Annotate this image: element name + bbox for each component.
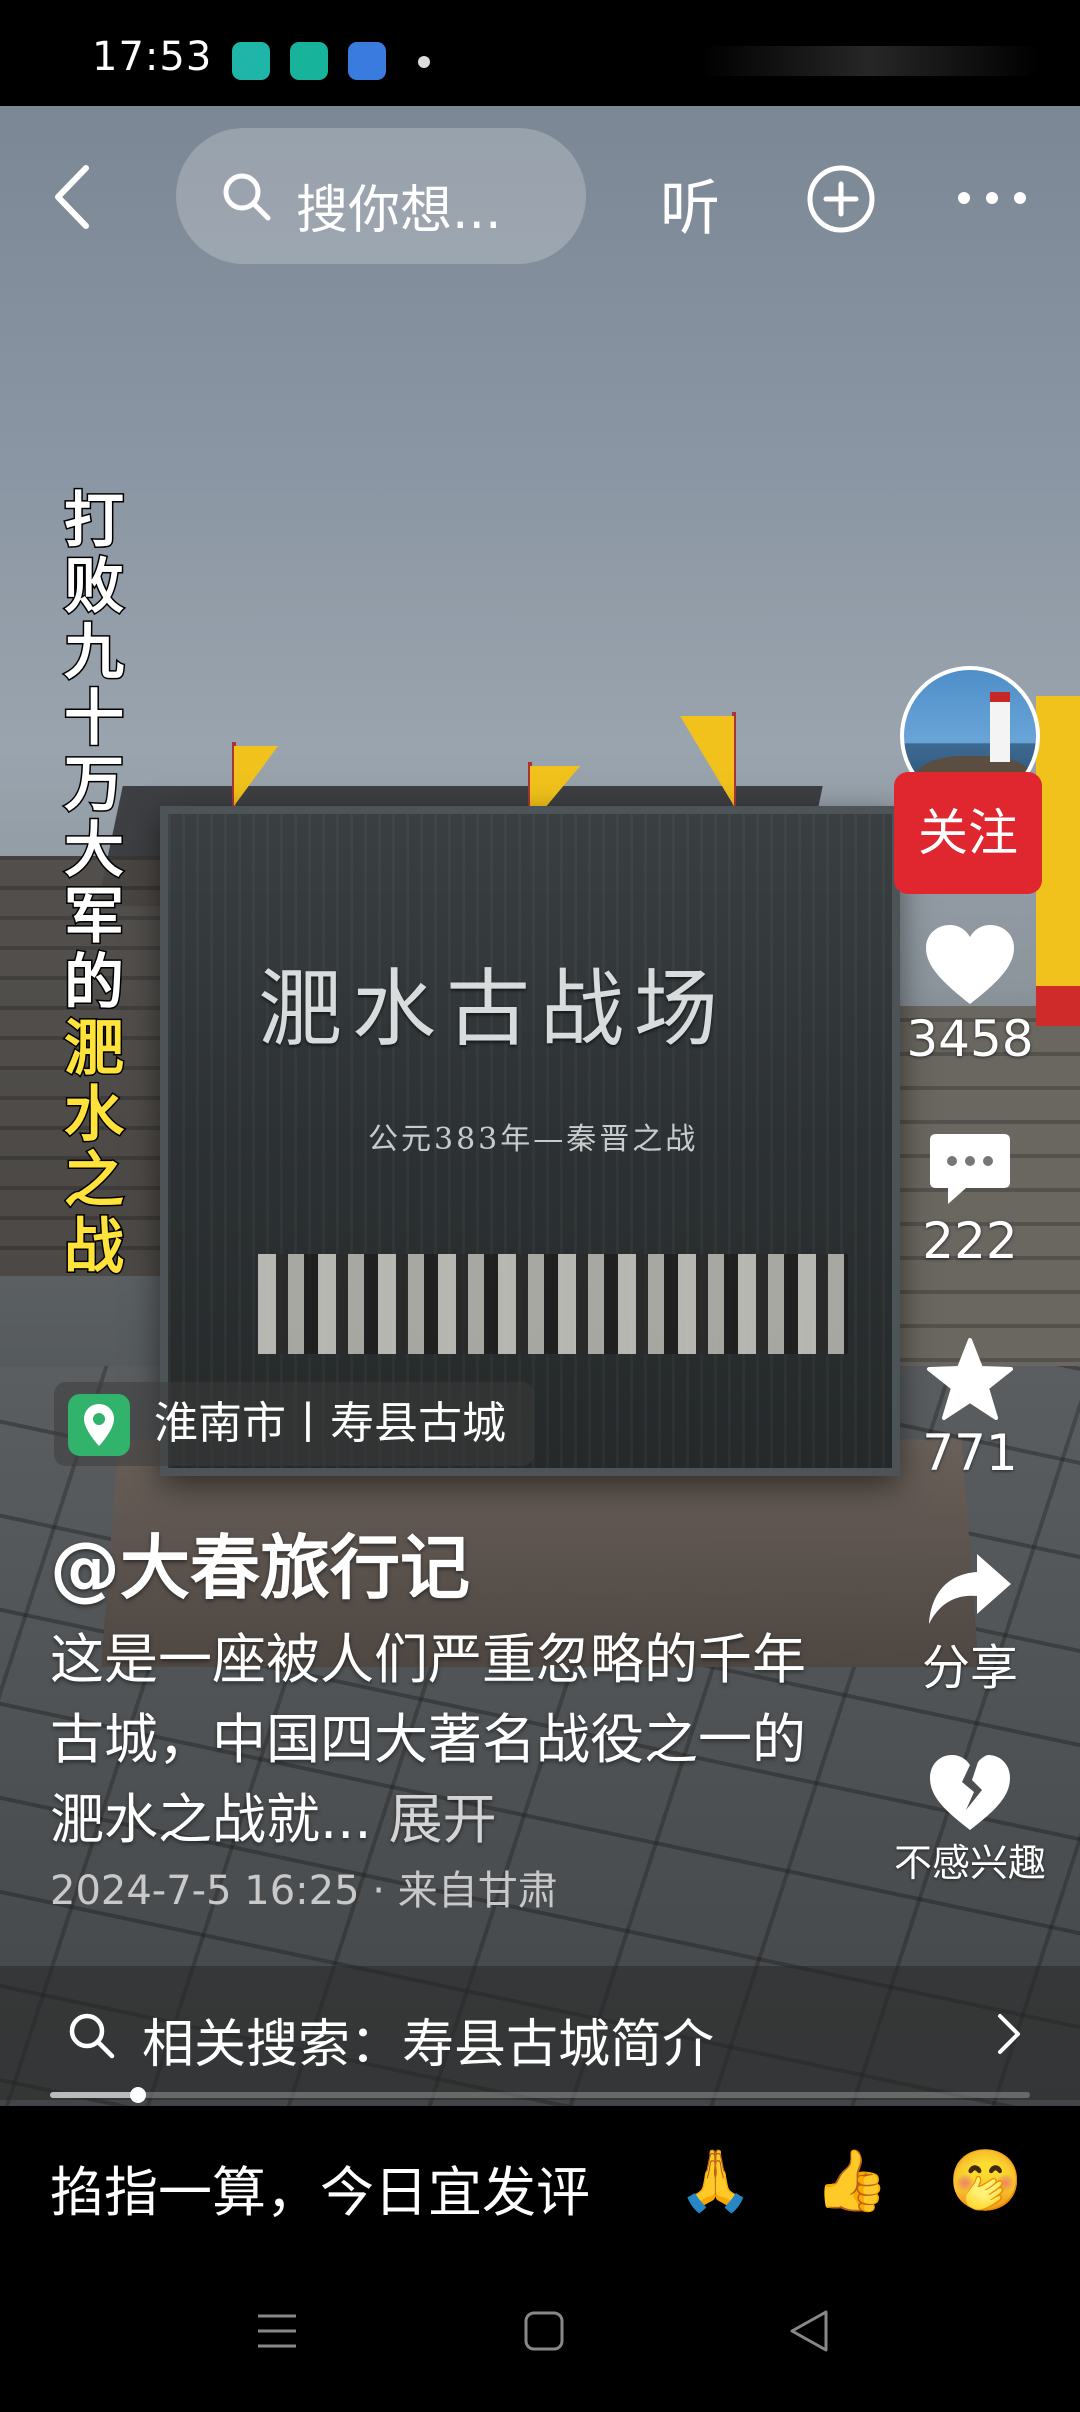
- related-search-bar[interactable]: 相关搜索：寿县古城简介: [0, 1966, 1080, 2100]
- post-meta: 2024-7-5 16:25 · 来自甘肃: [50, 1868, 558, 1914]
- search-placeholder: 搜你想...: [296, 181, 502, 241]
- location-pin-icon: [68, 1394, 130, 1456]
- headline-char: 大: [63, 816, 126, 886]
- follow-button[interactable]: 关注: [894, 772, 1042, 894]
- comment-bar[interactable]: 掐指一算，今日宜发评 🙏 👍 🤭: [0, 2106, 1080, 2256]
- headline-char: 军: [63, 882, 126, 952]
- vertical-headline: 打 败 九 十 万 大 军 的 淝 水 之 战: [52, 486, 136, 1282]
- comment-icon: [930, 1134, 1010, 1204]
- post-description: 这是一座被人们严重忽略的千年古城，中国四大著名战役之一的淝水之战就... 展开: [50, 1620, 840, 1860]
- avatar-lighthouse: [990, 692, 1010, 762]
- add-icon[interactable]: [806, 164, 876, 234]
- headline-char: 败: [63, 552, 126, 622]
- menu-icon[interactable]: [254, 2308, 300, 2354]
- playback-progress-bar[interactable]: [50, 2087, 1030, 2103]
- like-button[interactable]: 3458: [880, 922, 1060, 1068]
- listen-button[interactable]: 听: [660, 160, 720, 247]
- clap-hands-icon[interactable]: 🙏: [678, 2146, 753, 2216]
- back-icon[interactable]: [50, 162, 94, 232]
- flag: [680, 716, 734, 806]
- progress-fill: [50, 2092, 139, 2098]
- heart-icon: [926, 925, 1014, 1004]
- monument-subtitle: 公元383年—秦晋之战: [368, 1122, 699, 1157]
- system-nav-bar: [0, 2256, 1080, 2412]
- location-chip[interactable]: 淮南市丨寿县古城: [54, 1382, 534, 1466]
- comment-prompt[interactable]: 掐指一算，今日宜发评: [50, 2148, 590, 2227]
- search-icon: [69, 2013, 115, 2059]
- headline-char: 的: [63, 948, 126, 1018]
- headline-char: 万: [63, 750, 126, 820]
- search-icon: [223, 173, 271, 221]
- headline-highlight-char: 之: [63, 1146, 126, 1216]
- home-icon[interactable]: [522, 2308, 566, 2354]
- search-input[interactable]: 搜你想...: [176, 128, 586, 264]
- author-name[interactable]: @大春旅行记: [50, 1512, 470, 1613]
- calendar-app-icon: [290, 42, 328, 80]
- star-icon: [927, 1338, 1013, 1420]
- chariot-relief: [258, 1254, 848, 1354]
- back-nav-icon[interactable]: [786, 2308, 830, 2354]
- like-count: 3458: [906, 1010, 1034, 1068]
- status-indicators: [700, 46, 1040, 76]
- comment-count: 222: [922, 1212, 1018, 1270]
- status-time: 17:53: [92, 34, 213, 80]
- more-icon[interactable]: [956, 190, 1028, 206]
- notification-dot-icon: [418, 56, 430, 68]
- headline-char: 十: [63, 684, 126, 754]
- chevron-right-icon: [998, 2014, 1020, 2054]
- status-bar: 17:53: [0, 0, 1080, 106]
- share-button[interactable]: 分享: [880, 1548, 1060, 1698]
- headline-highlight-char: 战: [63, 1212, 126, 1282]
- share-label: 分享: [921, 1640, 1018, 1696]
- browser-app-icon: [348, 42, 386, 80]
- monument-stele: 淝水古战场 公元383年—秦晋之战: [160, 806, 900, 1476]
- broken-heart-icon: [930, 1755, 1010, 1830]
- monument-title: 淝水古战场: [258, 960, 729, 1058]
- related-search-text: 相关搜索：寿县古城简介: [142, 2015, 715, 2075]
- headline-highlight-char: 淝: [63, 1014, 126, 1084]
- headline-highlight-char: 水: [63, 1080, 126, 1150]
- thumbs-up-icon[interactable]: 👍: [814, 2146, 889, 2216]
- headline-char: 九: [63, 618, 126, 688]
- comment-button[interactable]: 222: [880, 1130, 1060, 1270]
- location-text: 淮南市丨寿县古城: [154, 1398, 506, 1449]
- favorite-button[interactable]: 771: [880, 1336, 1060, 1482]
- expand-link[interactable]: 展开: [389, 1788, 497, 1851]
- not-interested-button[interactable]: 不感兴趣: [880, 1752, 1060, 1887]
- headline-char: 打: [63, 486, 126, 556]
- share-arrow-icon: [929, 1554, 1011, 1624]
- flag: [234, 746, 278, 806]
- not-interested-label: 不感兴趣: [893, 1841, 1046, 1885]
- store-app-icon: [232, 42, 270, 80]
- favorite-count: 771: [922, 1424, 1018, 1482]
- giggle-face-icon[interactable]: 🤭: [948, 2146, 1023, 2216]
